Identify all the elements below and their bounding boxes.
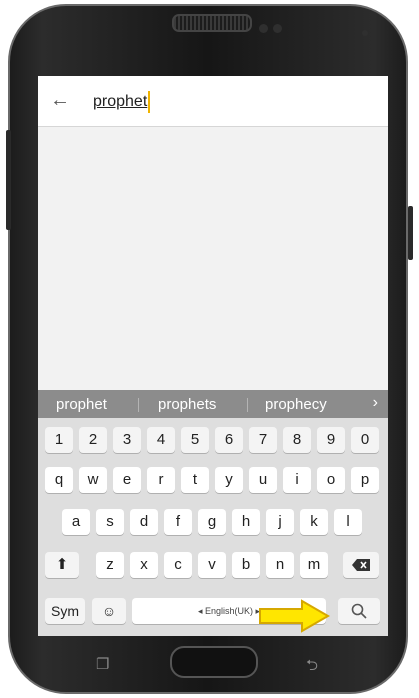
suggestion-item[interactable]: prophets	[158, 396, 216, 413]
volume-button[interactable]	[6, 130, 11, 230]
suggestion-bar: prophet prophets prophecy ›	[38, 390, 388, 418]
key[interactable]: 4	[147, 427, 175, 453]
key[interactable]: l	[334, 509, 362, 535]
key[interactable]: 8	[283, 427, 311, 453]
key[interactable]: f	[164, 509, 192, 535]
earpiece-speaker	[172, 14, 252, 32]
emoji-icon: ☺	[101, 603, 117, 619]
suggestion-divider	[138, 398, 139, 412]
backspace-key[interactable]	[343, 552, 379, 578]
key[interactable]: d	[130, 509, 158, 535]
language-label: English(UK)	[204, 606, 253, 616]
key[interactable]: 6	[215, 427, 243, 453]
key[interactable]: h	[232, 509, 260, 535]
front-camera	[362, 30, 368, 36]
recent-apps-icon[interactable]: ❐	[96, 655, 109, 673]
key[interactable]: 7	[249, 427, 277, 453]
front-sensor	[273, 24, 282, 33]
key[interactable]: j	[266, 509, 294, 535]
key[interactable]: 1	[45, 427, 73, 453]
key[interactable]: y	[215, 467, 243, 493]
annotation-arrow-icon	[258, 334, 328, 368]
search-bar: ← prophet	[38, 76, 388, 127]
key[interactable]: k	[300, 509, 328, 535]
key[interactable]: t	[181, 467, 209, 493]
backspace-icon	[352, 559, 370, 571]
key[interactable]: 3	[113, 427, 141, 453]
key[interactable]: q	[45, 467, 73, 493]
key[interactable]: u	[249, 467, 277, 493]
emoji-key[interactable]: ☺	[92, 598, 126, 624]
search-query-text: prophet	[93, 93, 148, 111]
text-cursor	[148, 91, 151, 113]
search-icon	[351, 603, 367, 619]
key[interactable]: x	[130, 552, 158, 578]
key[interactable]: v	[198, 552, 226, 578]
key[interactable]: i	[283, 467, 311, 493]
back-arrow-icon[interactable]: ←	[48, 88, 72, 112]
annotation-arrow-icon	[259, 599, 330, 633]
key[interactable]: m	[300, 552, 328, 578]
key[interactable]: g	[198, 509, 226, 535]
screen: ← prophet prophet prophets prophecy › 1 …	[38, 76, 388, 636]
key[interactable]: 2	[79, 427, 107, 453]
key[interactable]: b	[232, 552, 260, 578]
key[interactable]: n	[266, 552, 294, 578]
shift-key[interactable]: ⬆	[45, 552, 79, 578]
suggestion-item[interactable]: prophecy	[265, 396, 327, 413]
keyboard: 1 2 3 4 5 6 7 8 9 0 q w e r t y u i o p …	[38, 418, 388, 636]
key[interactable]: z	[96, 552, 124, 578]
key[interactable]: w	[79, 467, 107, 493]
key[interactable]: 5	[181, 427, 209, 453]
period-key[interactable]	[332, 598, 334, 624]
shift-arrow-icon: ⬆	[55, 556, 69, 573]
home-button[interactable]	[170, 646, 258, 678]
key[interactable]: a	[62, 509, 90, 535]
key[interactable]: o	[317, 467, 345, 493]
search-key[interactable]	[338, 598, 380, 624]
key[interactable]: p	[351, 467, 379, 493]
key[interactable]: r	[147, 467, 175, 493]
sym-key[interactable]: Sym	[45, 598, 85, 624]
key[interactable]: s	[96, 509, 124, 535]
suggestion-item[interactable]: prophet	[56, 396, 107, 413]
chevron-left-icon: ◂	[197, 606, 203, 616]
key[interactable]: e	[113, 467, 141, 493]
back-icon[interactable]: ⮌	[306, 655, 318, 680]
key[interactable]: 9	[317, 427, 345, 453]
key[interactable]: 0	[351, 427, 379, 453]
key[interactable]: c	[164, 552, 192, 578]
search-input[interactable]: prophet	[93, 91, 151, 113]
power-button[interactable]	[408, 206, 413, 260]
front-sensor	[259, 24, 268, 33]
chevron-right-icon[interactable]: ›	[373, 394, 378, 412]
suggestion-divider	[247, 398, 248, 412]
